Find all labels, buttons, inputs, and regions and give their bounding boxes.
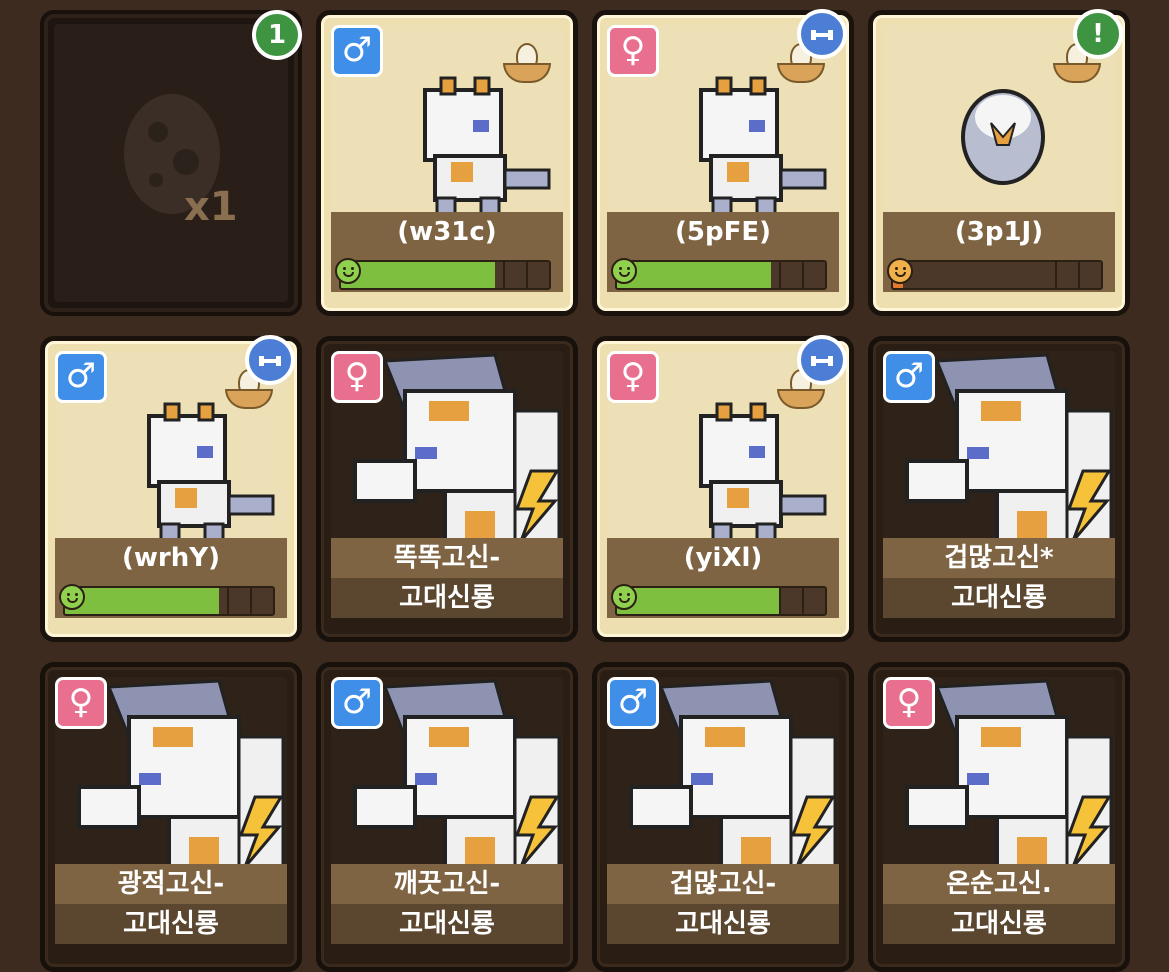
dragon-card-adult-4[interactable]: ♂ 깨끗고신- 고대신룡 (316, 662, 578, 972)
dragon-species: 고대신룡 (331, 904, 563, 944)
dragon-card-adult-2[interactable]: ♂ 겁많고신* 고대신룡 (868, 336, 1130, 642)
dragon-species: 고대신룡 (883, 578, 1115, 618)
baby-dragon-sprite (423, 76, 551, 216)
baby-dragon-sprite (699, 76, 827, 216)
dragon-name: (5pFE) (607, 212, 839, 252)
dragon-card-5pFE[interactable]: ♀ (5pFE) (592, 9, 854, 316)
dragon-name: (yiXl) (607, 538, 839, 578)
egg-inventory-slot[interactable]: x1 1 (40, 10, 302, 316)
egg-card-3p1J[interactable]: ! (3p1J) (868, 9, 1130, 316)
alert-badge[interactable]: ! (1073, 9, 1123, 59)
dumbbell-icon[interactable] (797, 335, 847, 385)
happy-face-icon (611, 258, 637, 284)
dumbbell-icon[interactable] (797, 9, 847, 59)
growth-progress-bar (883, 252, 1115, 292)
dragon-name: (3p1J) (883, 212, 1115, 252)
dragon-species: 고대신룡 (55, 904, 287, 944)
dragon-card-wrhY[interactable]: ♂ (wrhY) (40, 335, 302, 642)
notification-count-badge: 1 (252, 10, 302, 60)
happy-face-icon (59, 584, 85, 610)
growth-progress-bar (607, 252, 839, 292)
dragon-card-adult-5[interactable]: ♂ 겁많고신- 고대신룡 (592, 662, 854, 972)
progress-fill (65, 588, 219, 614)
dragon-card-adult-6[interactable]: ♀ 온순고신. 고대신룡 (868, 662, 1130, 972)
dragon-name: 겁많고신* (883, 538, 1115, 578)
dragon-egg-sprite (961, 89, 1045, 185)
progress-fill (617, 588, 780, 614)
happy-face-icon (611, 584, 637, 610)
dragon-card-adult-1[interactable]: ♀ 똑똑고신- 고대신룡 (316, 336, 578, 642)
growth-progress-bar (55, 578, 287, 618)
dragon-card-yiXl[interactable]: ♀ (yiXl) (592, 335, 854, 642)
dragon-species: 고대신룡 (883, 904, 1115, 944)
progress-fill (341, 262, 495, 288)
neutral-face-icon (887, 258, 913, 284)
male-gender-icon: ♂ (331, 25, 383, 77)
male-gender-icon: ♂ (331, 677, 383, 729)
dragon-name: (w31c) (331, 212, 563, 252)
female-gender-icon: ♀ (55, 677, 107, 729)
baby-dragon-sprite (699, 402, 827, 542)
dumbbell-icon[interactable] (245, 335, 295, 385)
female-gender-icon: ♀ (607, 351, 659, 403)
dragon-name: 깨끗고신- (331, 864, 563, 904)
male-gender-icon: ♂ (883, 351, 935, 403)
dragon-species: 고대신룡 (607, 904, 839, 944)
progress-fill (617, 262, 771, 288)
dragon-name: (wrhY) (55, 538, 287, 578)
female-gender-icon: ♀ (607, 25, 659, 77)
male-gender-icon: ♂ (607, 677, 659, 729)
dragon-species: 고대신룡 (331, 578, 563, 618)
baby-dragon-sprite (147, 402, 275, 542)
dragon-name: 겁많고신- (607, 864, 839, 904)
dragon-grid: x1 1 ♂ (w31c) ♀ (5pFE) ! (3p1J) ♂ (wrhY)… (0, 0, 1169, 972)
egg-count-label: x1 (184, 184, 238, 230)
growth-progress-bar (607, 578, 839, 618)
growth-progress-bar (331, 252, 563, 292)
nest-icon (501, 41, 553, 85)
female-gender-icon: ♀ (883, 677, 935, 729)
dragon-name: 똑똑고신- (331, 538, 563, 578)
dragon-name: 광적고신- (55, 864, 287, 904)
dragon-card-adult-3[interactable]: ♀ 광적고신- 고대신룡 (40, 662, 302, 972)
female-gender-icon: ♀ (331, 351, 383, 403)
happy-face-icon (335, 258, 361, 284)
male-gender-icon: ♂ (55, 351, 107, 403)
dragon-name: 온순고신. (883, 864, 1115, 904)
dragon-card-w31c[interactable]: ♂ (w31c) (316, 10, 578, 316)
